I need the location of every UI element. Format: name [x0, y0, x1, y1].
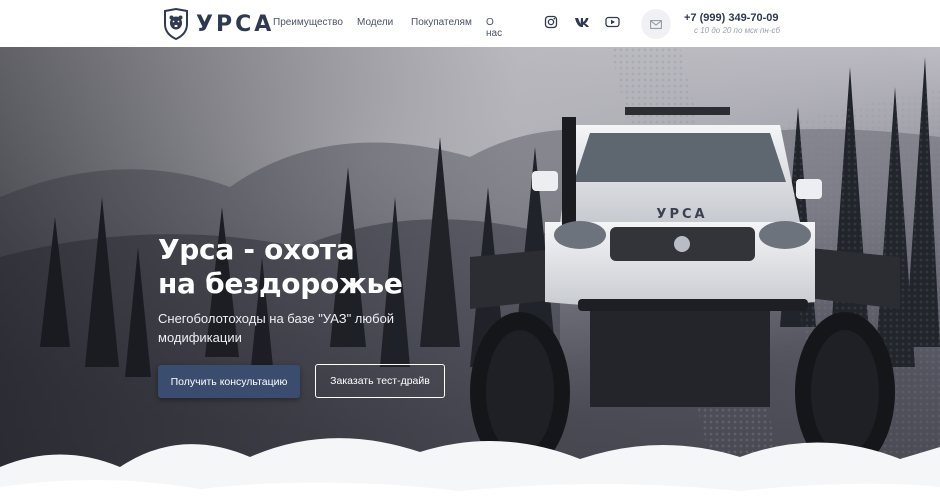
youtube-icon[interactable] — [605, 15, 620, 29]
hero-section: УРСА Урса - охота на бездорожье Снегобол… — [0, 47, 940, 501]
hero-title-line-2: на бездорожье — [158, 267, 403, 300]
phone-number[interactable]: +7 (999) 349-70-09 — [684, 12, 778, 24]
nav-item-about[interactable]: О нас — [486, 17, 502, 39]
get-consultation-button[interactable]: Получить консультацию — [158, 365, 300, 398]
vk-icon[interactable] — [574, 15, 590, 29]
instagram-icon[interactable] — [544, 15, 558, 29]
site-header: УРСА Преимущество Модели Покупателям О н… — [0, 0, 940, 47]
nav-item-advantages[interactable]: Преимущество — [273, 17, 343, 28]
hero-title-line-1: Урса - охота — [158, 233, 355, 266]
nav-item-models[interactable]: Модели — [357, 17, 393, 28]
bear-shield-icon — [164, 8, 188, 40]
test-drive-button[interactable]: Заказать тест-драйв — [315, 364, 445, 398]
hero-background: УРСА — [0, 47, 940, 501]
logo[interactable]: УРСА — [162, 7, 274, 41]
hero-subtitle: Снегоболотоходы на базе "УАЗ" любой моди… — [158, 311, 395, 345]
mail-icon — [650, 19, 662, 29]
nav-item-buyers[interactable]: Покупателям — [411, 17, 472, 28]
working-hours: с 10 до 20 по мск пн-сб — [694, 26, 780, 35]
hero-title: Урса - охота на бездорожье — [158, 233, 403, 301]
brand-name: УРСА — [196, 11, 275, 37]
mail-button[interactable] — [641, 9, 671, 39]
vehicle-badge: УРСА — [656, 207, 707, 222]
